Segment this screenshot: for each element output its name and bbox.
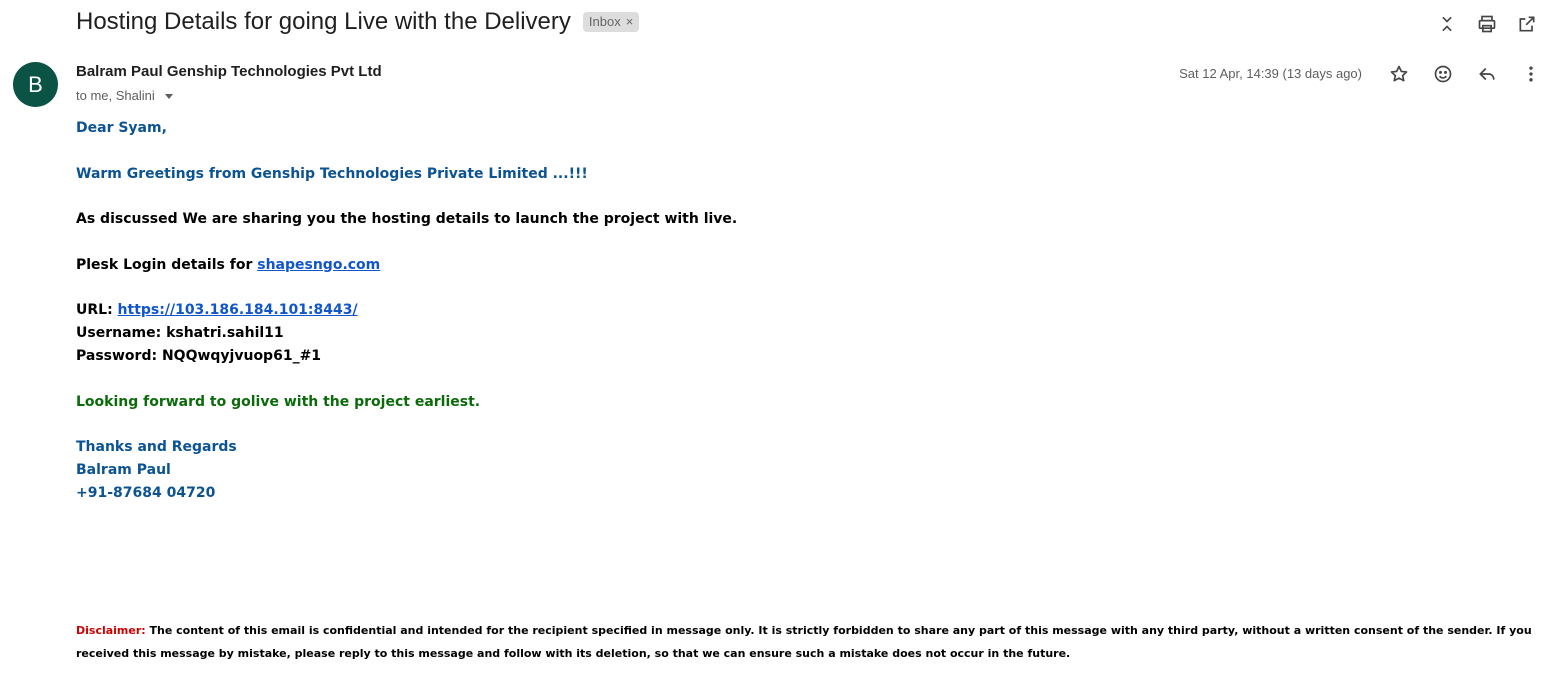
print-icon[interactable] (1475, 12, 1499, 36)
expand-collapse-icon[interactable] (1435, 12, 1459, 36)
greeting-line: Dear Syam, (76, 120, 167, 136)
plesk-prefix: Plesk Login details for (76, 256, 258, 273)
warm-greetings-line: Warm Greetings from Genship Technologies… (76, 165, 588, 182)
recipients-text: to me, Shalini (76, 88, 155, 103)
disclaimer-text: The content of this email is confidentia… (76, 624, 1532, 660)
message-actions (1387, 62, 1543, 86)
discussed-line: As discussed We are sharing you the host… (76, 211, 738, 227)
url-link[interactable]: https://103.186.184.101:8443/ (118, 302, 358, 318)
more-options-icon[interactable] (1519, 62, 1543, 86)
username-line: Username: kshatri.sahil11 (76, 325, 284, 341)
emoji-reaction-icon[interactable] (1431, 62, 1455, 86)
label-text: Inbox (588, 14, 621, 29)
plesk-line: Plesk Login details for shapesngo.com (76, 254, 737, 277)
signature-name: Balram Paul (76, 462, 171, 478)
signature-phone: +91-87684 04720 (76, 485, 216, 501)
remove-label-icon[interactable]: × (626, 14, 634, 30)
thread-toolbar (1435, 12, 1539, 36)
recipients-row: to me, Shalini (76, 88, 173, 103)
url-prefix: URL: (76, 302, 118, 318)
inbox-label-chip[interactable]: Inbox × (582, 12, 640, 32)
domain-link[interactable]: shapesngo.com (257, 257, 380, 273)
looking-forward-line: Looking forward to golive with the proje… (76, 393, 481, 410)
message-date: Sat 12 Apr, 14:39 (13 days ago) (1179, 66, 1362, 81)
subject-row: Hosting Details for going Live with the … (76, 8, 640, 36)
disclaimer: Disclaimer: The content of this email is… (76, 619, 1536, 665)
disclaimer-label: Disclaimer: (76, 624, 146, 637)
url-line: URL: https://103.186.184.101:8443/ (76, 299, 737, 322)
sender-name[interactable]: Balram Paul Genship Technologies Pvt Ltd (76, 63, 382, 80)
email-subject: Hosting Details for going Live with the … (76, 8, 571, 35)
password-line: Password: NQQwqyjvuop61_#1 (76, 348, 322, 364)
reply-icon[interactable] (1475, 62, 1499, 86)
open-in-new-window-icon[interactable] (1515, 12, 1539, 36)
thanks-line: Thanks and Regards (76, 439, 237, 455)
message-body: Dear Syam, Warm Greetings from Genship T… (76, 117, 737, 505)
star-icon[interactable] (1387, 62, 1411, 86)
show-details-icon[interactable] (164, 94, 173, 99)
sender-avatar[interactable]: B (13, 62, 58, 107)
